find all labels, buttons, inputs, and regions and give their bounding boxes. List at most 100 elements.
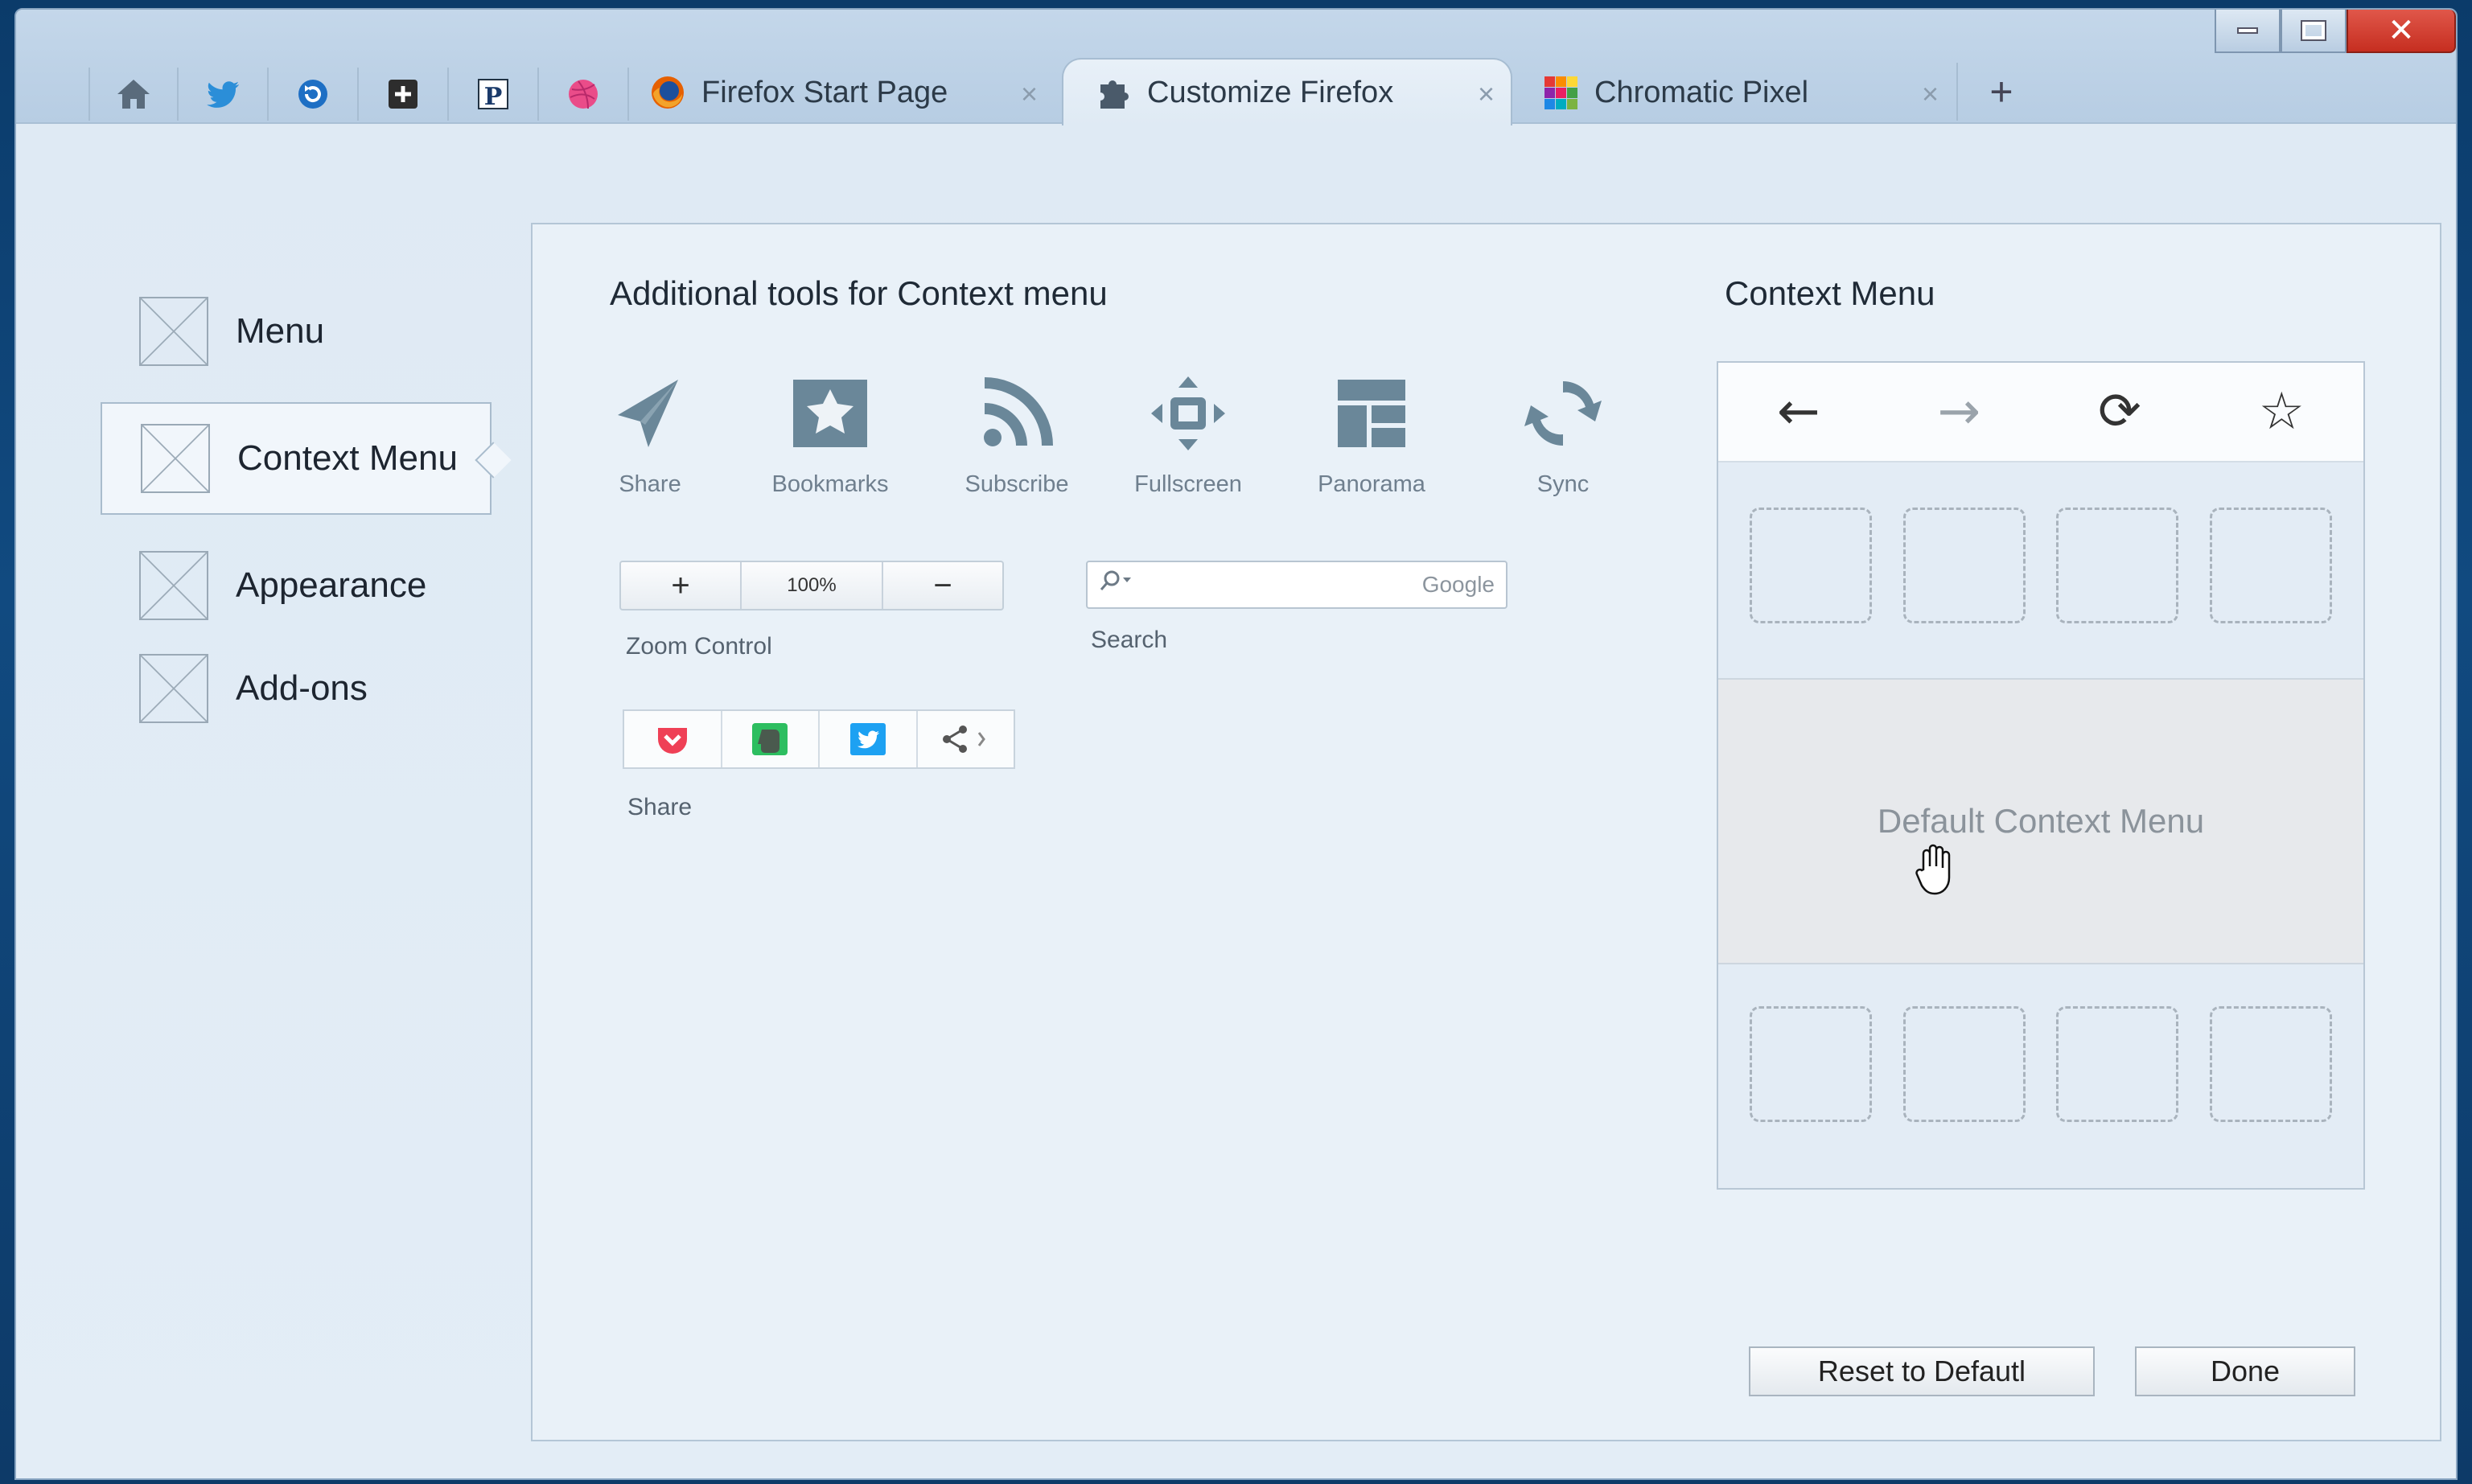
minimize-button[interactable] (2215, 10, 2281, 53)
search-label: Search (1091, 627, 1168, 653)
share-more-button[interactable] (918, 711, 1014, 767)
tab-strip: ✕ P Firefox Start Page × Customize Firef… (16, 10, 2456, 125)
zoom-level: 100% (742, 562, 883, 609)
tool-label: Share (619, 471, 681, 497)
twitter-icon (849, 723, 886, 755)
drop-slot[interactable] (1750, 508, 1873, 623)
twitter-share-button[interactable] (820, 711, 918, 767)
app-tab-p[interactable]: P (449, 68, 539, 121)
new-tab-button[interactable]: + (1956, 63, 2045, 121)
bottom-drop-slots (1718, 964, 2363, 1122)
app-tab-refresh[interactable] (269, 68, 359, 121)
share-more-icon (943, 726, 986, 753)
app-tab-dribbble[interactable] (539, 68, 629, 121)
zoom-control-label: Zoom Control (626, 633, 772, 660)
nav-item-context-menu[interactable]: Context Menu (101, 402, 492, 515)
nav-item-label: Menu (236, 311, 325, 351)
nav-item-menu[interactable]: Menu (101, 275, 503, 388)
tab-close-icon[interactable]: × (1021, 77, 1038, 111)
placeholder-icon (139, 297, 208, 366)
maximize-icon (2301, 20, 2326, 41)
firefox-icon (652, 76, 684, 109)
app-tab-twitter[interactable] (179, 68, 269, 121)
placeholder-icon (141, 424, 210, 493)
reload-icon[interactable]: ⟳ (2098, 382, 2141, 442)
tab-label: Customize Firefox (1147, 75, 1394, 109)
placeholder-icon (139, 654, 208, 723)
tab-close-icon[interactable]: × (1478, 77, 1495, 111)
share-label: Share (627, 794, 693, 820)
evernote-button[interactable] (722, 711, 820, 767)
app-tabs: P (88, 68, 629, 121)
search-widget[interactable]: Google (1086, 561, 1507, 609)
nav-item-add-ons[interactable]: Add-ons (101, 632, 503, 745)
close-window-button[interactable]: ✕ (2347, 10, 2456, 53)
p-app-icon: P (478, 79, 508, 111)
drop-slot[interactable] (1902, 508, 2026, 623)
nav-item-appearance[interactable]: Appearance (101, 529, 503, 642)
customize-nav: Menu Context Menu Appearance Add-ons (101, 275, 503, 759)
tool-label: Fullscreen (1134, 471, 1242, 497)
evernote-icon (752, 723, 788, 755)
tab-label: Firefox Start Page (701, 75, 948, 109)
tab-chromatic-pixel[interactable]: Chromatic Pixel × (1528, 60, 1955, 125)
drop-slot[interactable] (1902, 1006, 2026, 1122)
nav-item-label: Appearance (236, 565, 427, 605)
zoom-out-button[interactable]: − (883, 562, 1002, 609)
panorama-icon (1338, 380, 1405, 447)
sync-icon (1524, 381, 1602, 446)
context-menu-nav-row: ← → ⟳ ☆ (1718, 363, 2363, 462)
drop-slot[interactable] (2056, 1006, 2179, 1122)
bookmark-star-icon[interactable]: ☆ (2259, 382, 2305, 442)
rss-icon (984, 377, 1053, 446)
nav-item-label: Context Menu (237, 438, 458, 478)
done-button[interactable]: Done (2135, 1346, 2355, 1396)
reset-to-default-button[interactable]: Reset to Defautl (1749, 1346, 2095, 1396)
placeholder-icon (139, 551, 208, 620)
maximize-button[interactable] (2281, 10, 2347, 53)
tab-label: Chromatic Pixel (1594, 75, 1809, 109)
zoom-control-widget[interactable]: + 100% − (619, 561, 1004, 610)
minimize-icon (2237, 27, 2258, 34)
app-tab-home[interactable] (88, 68, 179, 121)
bookmarks-icon (793, 380, 867, 447)
close-icon: ✕ (2388, 12, 2415, 49)
share-plane-icon (618, 380, 678, 447)
drop-slot[interactable] (2209, 1006, 2332, 1122)
pocket-icon (657, 728, 687, 754)
drop-slot[interactable] (2056, 508, 2179, 623)
dribbble-icon (569, 80, 598, 109)
nav-item-label: Add-ons (236, 668, 368, 708)
search-engine-label: Google (1421, 572, 1495, 597)
pocket-button[interactable] (624, 711, 722, 767)
forward-arrow-icon[interactable]: → (1938, 382, 1981, 442)
top-drop-slots (1718, 462, 2363, 678)
addon-app-icon (389, 80, 417, 109)
context-menu-preview: ← → ⟳ ☆ Default Context Menu (1717, 361, 2365, 1190)
puzzle-icon (1100, 80, 1129, 109)
hand-cursor-icon (1915, 844, 1951, 895)
tool-label: Subscribe (965, 471, 1069, 497)
tab-firefox-start-page[interactable]: Firefox Start Page × (635, 60, 1054, 125)
app-tab-addon[interactable] (359, 68, 449, 121)
browser-window: ✕ P Firefox Start Page × Customize Firef… (14, 8, 2458, 1480)
refresh-app-icon (298, 80, 327, 109)
svg-text:P: P (484, 83, 503, 111)
twitter-icon (207, 81, 239, 108)
zoom-in-button[interactable]: + (621, 562, 742, 609)
chromatic-pixel-icon (1544, 76, 1577, 109)
tool-label: Sync (1536, 471, 1590, 497)
drop-slot[interactable] (2209, 508, 2332, 623)
tab-customize-firefox[interactable]: Customize Firefox × (1062, 58, 1512, 125)
share-widget[interactable] (623, 709, 1015, 769)
tool-label: Bookmarks (771, 471, 889, 497)
fullscreen-icon (1151, 376, 1225, 450)
window-controls: ✕ (2215, 10, 2456, 55)
context-menu-title: Context Menu (1725, 274, 1935, 312)
default-context-menu-block: Default Context Menu (1718, 678, 2363, 964)
tab-close-icon[interactable]: × (1922, 77, 1939, 111)
customize-panel: Additional tools for Context menu Contex… (531, 223, 2441, 1441)
home-icon (117, 80, 150, 109)
drop-slot[interactable] (1750, 1006, 1873, 1122)
back-arrow-icon[interactable]: ← (1777, 382, 1820, 442)
